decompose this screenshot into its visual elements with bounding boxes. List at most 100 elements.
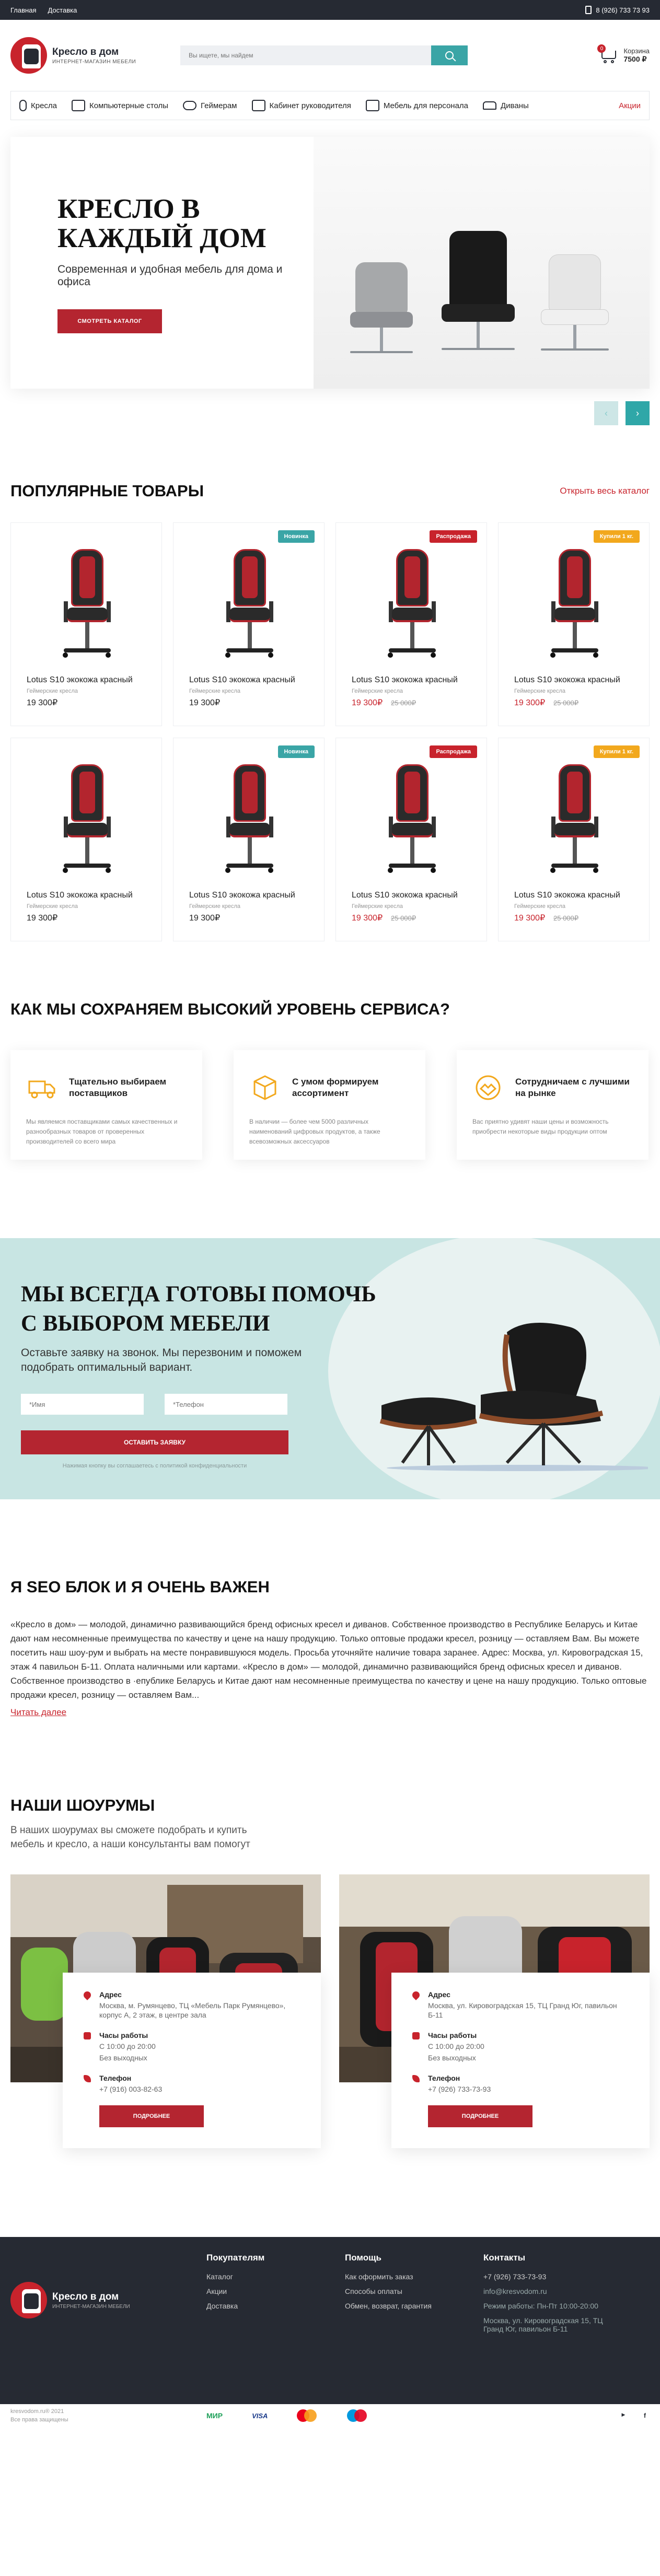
- product-name[interactable]: Lotus S10 экокожа красный: [189, 675, 295, 685]
- product-card[interactable]: Новинка Lotus S10 экокожа красный Геймерск…: [173, 522, 325, 726]
- product-name[interactable]: Lotus S10 экокожа красный: [352, 891, 458, 900]
- sofa-icon: [483, 101, 497, 110]
- hours-value: С 10:00 до 20:00: [99, 2042, 156, 2050]
- youtube-icon[interactable]: ▶: [618, 2411, 629, 2420]
- help-title-line1: МЫ ВСЕГДА ГОТОВЫ ПОМОЧЬ: [21, 1282, 376, 1307]
- logo-title: Кресло в дом: [52, 46, 119, 57]
- product-name[interactable]: Lotus S10 экокожа красный: [189, 891, 295, 900]
- product-category: Геймерские кресла: [189, 903, 240, 910]
- product-card[interactable]: Lotus S10 экокожа красный Геймерские крес…: [10, 738, 162, 941]
- help-title: МЫ ВСЕГДА ГОТОВЫ ПОМОЧЬ С ВЫБОРОМ МЕБЕЛИ: [21, 1280, 387, 1338]
- slider-prev-button[interactable]: ‹: [594, 401, 618, 425]
- cart-sum: 7500 ₽: [623, 55, 647, 63]
- service-card-title: С умом формируем ассортимент: [292, 1077, 379, 1098]
- help-subtitle: Оставьте заявку на звонок. Мы перезвоним…: [21, 1347, 302, 1373]
- footer-email[interactable]: info@kresvodom.ru: [483, 2287, 609, 2295]
- phone-value[interactable]: +7 (916) 003-82-63: [99, 2084, 162, 2094]
- service-title: КАК МЫ СОХРАНЯЕМ ВЫСОКИЙ УРОВЕНЬ СЕРВИСА…: [10, 1000, 450, 1018]
- phone-label: Телефон: [99, 2074, 132, 2082]
- search-button[interactable]: [431, 45, 468, 65]
- product-card[interactable]: Распродажа Lotus S10 экокожа красный Гейме…: [335, 738, 487, 941]
- footer-link-promo[interactable]: Акции: [206, 2287, 345, 2295]
- hours-note: Без выходных: [428, 2054, 476, 2062]
- showroom-details-button[interactable]: ПОДРОБНЕЕ: [428, 2105, 532, 2127]
- footer-link-catalog[interactable]: Каталог: [206, 2272, 345, 2281]
- social-links: ➤ vk ▶ f: [557, 2411, 650, 2420]
- service-card: Сотрудничаем с лучшими на рынке Вас прия…: [457, 1050, 649, 1160]
- service-card-title: Сотрудничаем с лучшими на рынке: [515, 1077, 630, 1098]
- product-card[interactable]: Новинка Lotus S10 экокожа красный Геймерск…: [173, 738, 325, 941]
- product-old-price: 25 000₽: [391, 699, 416, 707]
- submit-request-button[interactable]: ОСТАВИТЬ ЗАЯВКУ: [21, 1430, 288, 1454]
- product-category: Геймерские кресла: [27, 688, 78, 694]
- search-input[interactable]: [180, 45, 431, 65]
- top-phone[interactable]: 8 (926) 733 73 93: [585, 6, 650, 14]
- footer-phone[interactable]: +7 (926) 733-73-93: [483, 2272, 609, 2281]
- product-chair-image: [386, 764, 438, 884]
- product-price: 19 300₽: [189, 914, 221, 923]
- view-catalog-button[interactable]: СМОТРЕТЬ КАТАЛОГ: [57, 309, 162, 333]
- product-name[interactable]: Lotus S10 экокожа красный: [514, 891, 620, 900]
- product-price: 19 300₽: [189, 698, 221, 707]
- product-card[interactable]: Распродажа Lotus S10 экокожа красный Гейме…: [335, 522, 487, 726]
- hero-chairs-image: [314, 137, 650, 389]
- open-catalog-link[interactable]: Открыть весь каталог: [560, 486, 650, 496]
- maestro-logo-icon: [347, 2409, 368, 2422]
- footer-work-hours: Режим работы: Пн-Пт 10:00-20:00: [483, 2302, 598, 2310]
- catnav-item-computer-desks[interactable]: Компьютерные столы: [72, 100, 168, 111]
- product-badge: Распродажа: [430, 745, 477, 758]
- showroom: Адрес Москва, ул. Кировоградская 15, ТЦ Г…: [339, 1874, 650, 2148]
- hours-note: Без выходных: [99, 2054, 147, 2062]
- hero-title-line1: КРЕСЛО В: [57, 194, 200, 224]
- product-card[interactable]: Купили 1 кг. Lotus S10 экокожа красный Гей…: [498, 738, 650, 941]
- product-badge: Купили 1 кг.: [593, 530, 640, 543]
- product-price: 19 300₽: [514, 914, 546, 923]
- showrooms-grid: Адрес Москва, м. Румянцево, ТЦ «Мебель Па…: [10, 1874, 650, 2148]
- product-name[interactable]: Lotus S10 экокожа красный: [27, 891, 133, 900]
- product-chair-image: [548, 764, 600, 884]
- phone-icon: [412, 2075, 420, 2082]
- footer-column-title: Контакты: [483, 2253, 526, 2263]
- showroom-info-card: Адрес Москва, м. Румянцево, ТЦ «Мебель Па…: [63, 1973, 321, 2148]
- footer: Кресло в дом ИНТЕРНЕТ-МАГАЗИН МЕБЕЛИ Пок…: [0, 2237, 660, 2423]
- product-name[interactable]: Lotus S10 экокожа красный: [514, 675, 620, 685]
- phone-value[interactable]: +7 (926) 733-73-93: [428, 2084, 491, 2094]
- read-more-link[interactable]: Читать далее: [10, 1707, 66, 1718]
- logo[interactable]: Кресло в дом ИНТЕРНЕТ-МАГАЗИН МЕБЕЛИ: [10, 37, 172, 74]
- hero-title-line2: КАЖДЫЙ ДОМ: [57, 223, 267, 253]
- product-badge: Распродажа: [430, 530, 477, 543]
- top-nav-delivery-link[interactable]: Доставка: [48, 6, 77, 14]
- product-price: 19 300₽: [27, 914, 58, 923]
- top-nav-home-link[interactable]: Главная: [10, 6, 36, 14]
- popular-title: ПОПУЛЯРНЫЕ ТОВАРЫ: [10, 482, 204, 500]
- footer-logo[interactable]: Кресло в дом ИНТЕРНЕТ-МАГАЗИН МЕБЕЛИ: [10, 2261, 206, 2339]
- product-name[interactable]: Lotus S10 экокожа красный: [27, 675, 133, 685]
- search-bar: [180, 45, 468, 65]
- footer-link-delivery[interactable]: Доставка: [206, 2302, 345, 2310]
- footer-logo-subtitle: ИНТЕРНЕТ-МАГАЗИН МЕБЕЛИ: [52, 2303, 130, 2310]
- catnav-item-chairs[interactable]: Кресла: [19, 100, 57, 111]
- instagram-icon[interactable]: [598, 2411, 607, 2420]
- name-input[interactable]: [21, 1394, 144, 1415]
- catnav-item-sofas[interactable]: Диваны: [483, 101, 529, 110]
- footer-link-payment[interactable]: Способы оплаты: [345, 2287, 483, 2295]
- cart[interactable]: 0 Корзина 7500 ₽: [597, 44, 650, 64]
- catnav-item-executive-office[interactable]: Кабинет руководителя: [251, 100, 351, 111]
- catnav-item-gamers[interactable]: Геймерам: [183, 101, 237, 110]
- footer-buyers-column: Покупателям Каталог Акции Доставка: [206, 2253, 345, 2339]
- phone-input[interactable]: [165, 1394, 287, 1415]
- product-badge: Новинка: [277, 745, 315, 758]
- product-card[interactable]: Lotus S10 экокожа красный Геймерские крес…: [10, 522, 162, 726]
- vk-icon[interactable]: vk: [577, 2411, 587, 2420]
- facebook-icon[interactable]: f: [640, 2411, 650, 2420]
- footer-link-returns[interactable]: Обмен, возврат, гарантия: [345, 2302, 483, 2310]
- gamepad-icon: [183, 101, 196, 110]
- catnav-item-promo[interactable]: Акции: [619, 101, 641, 110]
- catnav-item-staff-furniture[interactable]: Мебель для персонала: [365, 100, 468, 111]
- product-card[interactable]: Купили 1 кг. Lotus S10 экокожа красный Гей…: [498, 522, 650, 726]
- footer-link-how-to-order[interactable]: Как оформить заказ: [345, 2272, 483, 2281]
- slider-next-button[interactable]: ›: [626, 401, 650, 425]
- product-name[interactable]: Lotus S10 экокожа красный: [352, 675, 458, 685]
- showroom-details-button[interactable]: ПОДРОБНЕЕ: [99, 2105, 204, 2127]
- telegram-icon[interactable]: ➤: [557, 2411, 566, 2420]
